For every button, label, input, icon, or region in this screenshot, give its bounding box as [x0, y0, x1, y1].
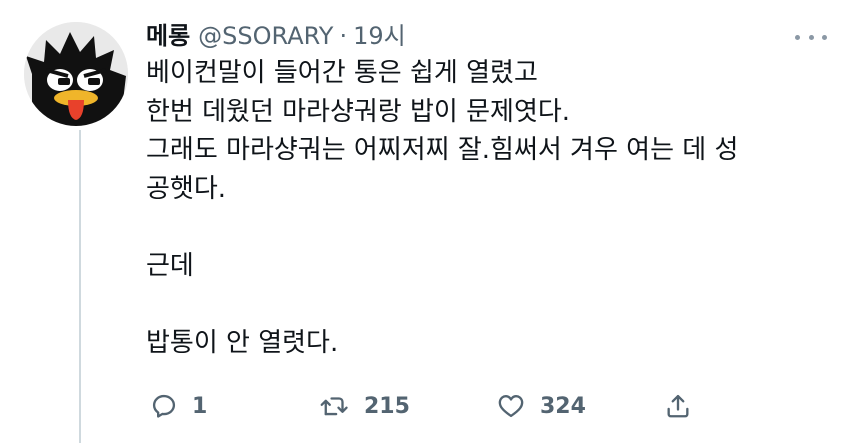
- thread-line: [79, 130, 81, 443]
- tweet-header: 메롱 @SSORARY · 19시: [146, 18, 825, 54]
- separator-dot: ·: [339, 22, 348, 50]
- reply-icon: [152, 394, 176, 418]
- retweet-button[interactable]: 215: [320, 386, 410, 426]
- share-button[interactable]: [664, 386, 692, 426]
- share-icon: [667, 394, 689, 418]
- tweet-actions: 1 215 324: [146, 386, 706, 426]
- retweet-icon: [320, 397, 348, 416]
- author-name[interactable]: 메롱: [146, 18, 190, 54]
- avatar[interactable]: [24, 22, 128, 126]
- like-count: 324: [540, 393, 586, 419]
- like-button[interactable]: 324: [496, 386, 586, 426]
- heart-icon: [498, 395, 524, 418]
- more-horizontal-icon[interactable]: [795, 32, 827, 42]
- author-handle[interactable]: @SSORARY: [198, 18, 333, 54]
- timestamp[interactable]: 19시: [353, 18, 406, 54]
- tweet-text: 베이컨말이 들어간 통은 쉽게 열렸고 한번 데웠던 마라샹궈랑 밥이 문제엿다…: [146, 58, 739, 358]
- reply-button[interactable]: 1: [150, 386, 207, 426]
- badtz-maru-avatar-image: [24, 22, 128, 126]
- reply-count: 1: [192, 393, 208, 419]
- retweet-count: 215: [364, 393, 410, 419]
